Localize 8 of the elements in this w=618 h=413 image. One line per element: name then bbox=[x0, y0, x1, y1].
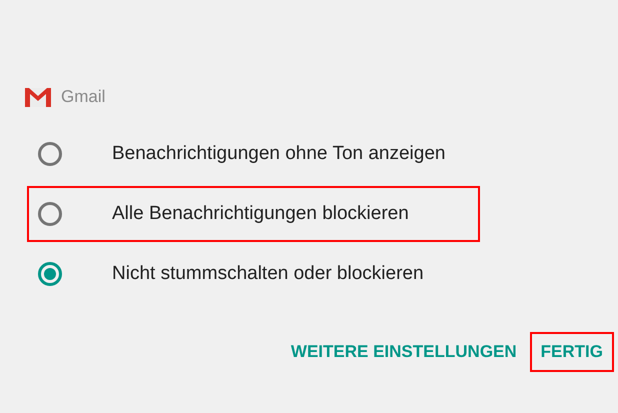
mail-icon bbox=[25, 87, 51, 107]
app-name: Gmail bbox=[61, 87, 106, 107]
option-row[interactable]: Benachrichtigungen ohne Ton anzeigen bbox=[27, 126, 480, 182]
option-row[interactable]: Nicht stummschalten oder blockieren bbox=[27, 246, 480, 302]
radio-button[interactable] bbox=[38, 142, 62, 166]
radio-button[interactable] bbox=[38, 202, 62, 226]
option-row[interactable]: Alle Benachrichtigungen blockieren bbox=[27, 186, 480, 242]
radio-button[interactable] bbox=[38, 262, 62, 286]
